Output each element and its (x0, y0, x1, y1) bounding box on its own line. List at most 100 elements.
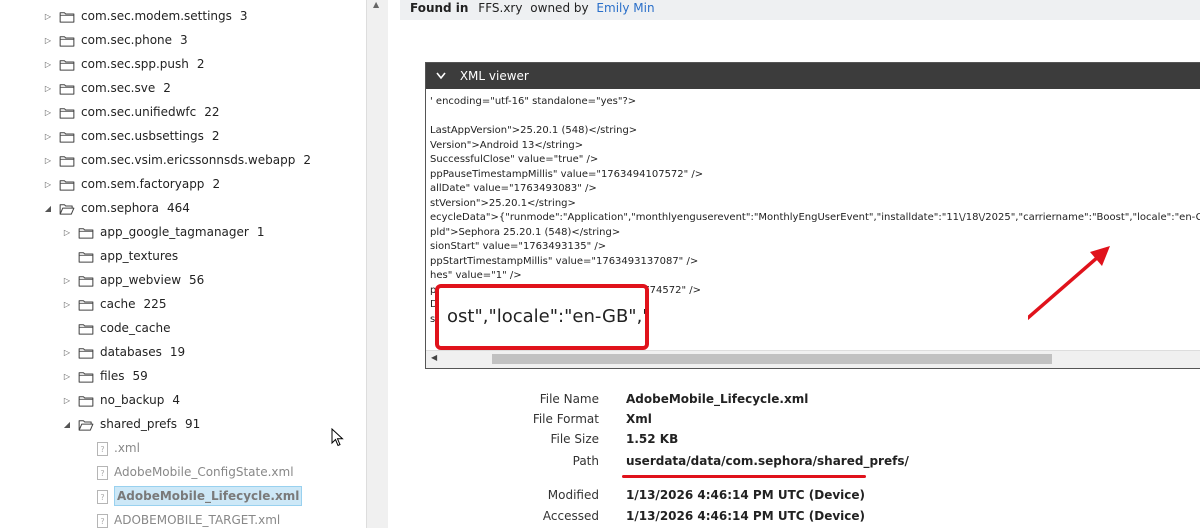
pane-splitter[interactable]: ▲ (366, 0, 389, 528)
collapsed-arrow-icon[interactable]: ▷ (60, 389, 74, 413)
collapsed-arrow-icon[interactable]: ▷ (41, 77, 55, 101)
expanded-arrow-icon[interactable]: ◢ (60, 413, 74, 437)
tree-item-label: com.sec.phone (81, 33, 173, 47)
property-value: userdata/data/com.sephora/shared_prefs/ (626, 454, 909, 468)
tree-folder-item[interactable]: ▷ com.sec.phone 3 (41, 28, 188, 52)
tree-item-label: cache (100, 297, 136, 311)
tree-folder-item[interactable]: ▷ com.sem.factoryapp 2 (41, 172, 220, 196)
tree-folder-item[interactable]: ▷ databases 19 (60, 340, 185, 364)
tree-item-count: 2 (163, 81, 171, 95)
property-value: Xml (626, 412, 652, 426)
folder-icon (78, 323, 94, 335)
collapsed-arrow-icon[interactable]: ▷ (41, 53, 55, 77)
tree-file-item[interactable]: ? AdobeMobile_Lifecycle.xml (79, 484, 303, 509)
arrow-placeholder (60, 317, 74, 341)
unknown-file-icon: ? (97, 513, 108, 528)
tree-item-label: files (100, 369, 125, 383)
tree-folder-item[interactable]: ▷ no_backup 4 (60, 388, 180, 412)
collapsed-arrow-icon[interactable]: ▷ (60, 365, 74, 389)
tree-item-count: 3 (239, 9, 248, 23)
tree-folder-item[interactable]: ◢ shared_prefs 91 (60, 412, 200, 436)
collapsed-arrow-icon[interactable]: ▷ (60, 221, 74, 245)
collapsed-arrow-icon[interactable]: ▷ (60, 269, 74, 293)
tree-folder-item[interactable]: ▷ files 59 (60, 364, 148, 388)
tree-file-item[interactable]: ? ADOBEMOBILE_TARGET.xml (79, 508, 280, 528)
scrollbar-thumb[interactable] (492, 354, 1052, 364)
tree-item-count: 2 (303, 153, 311, 167)
tree-folder-item[interactable]: app_textures (60, 244, 178, 268)
tree-folder-item[interactable]: code_cache (60, 316, 170, 340)
property-label: Modified (547, 488, 599, 502)
folder-icon (78, 347, 94, 359)
xml-viewer-title: XML viewer (459, 69, 529, 83)
scroll-up-arrow-icon[interactable]: ▲ (373, 0, 379, 9)
tree-folder-item[interactable]: ▷ com.sec.modem.settings 3 (41, 4, 248, 28)
property-value: 1/13/2026 4:46:14 PM UTC (Device) (626, 488, 865, 502)
collapse-chevron-icon[interactable] (436, 65, 448, 91)
tree-item-label: com.sec.modem.settings (81, 9, 232, 23)
collapsed-arrow-icon[interactable]: ▷ (41, 29, 55, 53)
tree-item-label: app_textures (100, 249, 179, 263)
unknown-file-icon: ? (97, 465, 108, 480)
folder-icon (78, 371, 94, 383)
tree-item-label: .xml (114, 441, 140, 455)
tree-file-item[interactable]: ? AdobeMobile_ConfigState.xml (79, 460, 294, 484)
scroll-left-arrow-icon[interactable]: ◀ (431, 353, 437, 362)
horizontal-scrollbar[interactable]: ◀ (426, 350, 1200, 368)
collapsed-arrow-icon[interactable]: ▷ (41, 173, 55, 197)
tree-item-count: 4 (172, 393, 180, 407)
tree-folder-item[interactable]: ▷ app_webview 56 (60, 268, 204, 292)
collapsed-arrow-icon[interactable]: ▷ (60, 293, 74, 317)
tree-folder-item[interactable]: ▷ com.sec.spp.push 2 (41, 52, 205, 76)
collapsed-arrow-icon[interactable]: ▷ (41, 149, 55, 173)
folder-icon (59, 179, 75, 191)
xml-line: ppPauseTimestampMillis" value="176349410… (430, 168, 704, 180)
tree-item-label: ADOBEMOBILE_TARGET.xml (114, 513, 281, 527)
tree-file-item[interactable]: ? .xml (79, 436, 140, 460)
tree-folder-item[interactable]: ▷ com.sec.usbsettings 2 (41, 124, 220, 149)
tree-folder-item[interactable]: ◢ com.sephora 464 (41, 196, 190, 220)
arrow-placeholder (79, 485, 93, 509)
collapsed-arrow-icon[interactable]: ▷ (41, 125, 55, 149)
tree-item-label: code_cache (100, 321, 171, 335)
tree-folder-item[interactable]: ▷ com.sec.unifiedwfc 22 (41, 100, 220, 124)
tree-item-count: 91 (185, 417, 201, 431)
property-row: Accessed 1/13/2026 4:46:14 PM UTC (Device… (388, 506, 1200, 526)
found-in-label: Found in (410, 1, 469, 15)
tree-item-count: 22 (204, 105, 220, 119)
tree-item-count: 56 (189, 273, 205, 287)
folder-icon (59, 35, 75, 47)
tree-item-count: 3 (180, 33, 188, 47)
tree-folder-item[interactable]: ▷ app_google_tagmanager 1 (60, 220, 265, 245)
collapsed-arrow-icon[interactable]: ▷ (41, 101, 55, 125)
folder-icon (78, 227, 94, 239)
tree-item-count: 1 (256, 225, 265, 239)
xml-line: Version">Android 13</string> (430, 139, 584, 151)
found-source: FFS.xry (478, 1, 523, 15)
tree-folder-item[interactable]: ▷ com.sec.vsim.ericssonnsds.webapp 2 (41, 148, 311, 172)
property-row: Path userdata/data/com.sephora/shared_pre… (388, 451, 1200, 471)
property-label: File Name (539, 392, 599, 406)
xml-viewer-header[interactable]: XML viewer (426, 63, 1200, 89)
property-value: AdobeMobile_Lifecycle.xml (626, 392, 809, 406)
unknown-file-icon: ? (97, 441, 108, 456)
property-row: File Format Xml (388, 409, 1200, 429)
tree-folder-item[interactable]: ▷ cache 225 (60, 292, 167, 317)
tree-item-count: 2 (196, 57, 205, 71)
mouse-cursor-icon (331, 428, 344, 447)
folder-icon (59, 107, 75, 119)
collapsed-arrow-icon[interactable]: ▷ (41, 5, 55, 29)
folder-icon (59, 131, 75, 143)
tree-item-count: 225 (143, 297, 167, 311)
tree-item-label: com.sec.unifiedwfc (81, 105, 197, 119)
tree-item-label: databases (100, 345, 162, 359)
folder-icon (59, 155, 75, 167)
tree-item-label: AdobeMobile_ConfigState.xml (114, 465, 294, 479)
folder-icon (59, 83, 75, 95)
expanded-arrow-icon[interactable]: ◢ (41, 197, 55, 221)
folder-icon (78, 275, 94, 287)
tree-folder-item[interactable]: ▷ com.sec.sve 2 (41, 76, 171, 100)
collapsed-arrow-icon[interactable]: ▷ (60, 341, 74, 365)
owner-link[interactable]: Emily Min (596, 1, 654, 15)
property-label: File Format (532, 412, 599, 426)
